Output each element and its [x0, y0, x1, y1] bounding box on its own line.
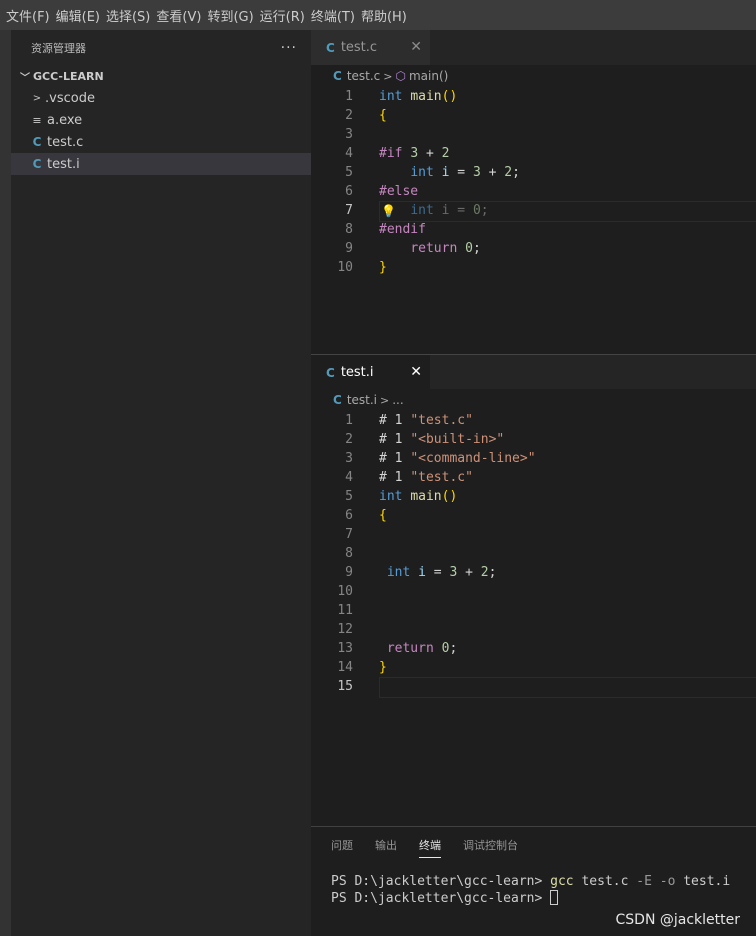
code-line: 10}: [337, 260, 387, 275]
watermark: CSDN @jackletter: [615, 912, 741, 928]
editor1-breadcrumb: C test.c > ⬡ main(): [311, 65, 756, 87]
code-line: 2{: [345, 108, 387, 123]
breadcrumb-symbol[interactable]: ...: [392, 393, 403, 407]
editor2-breadcrumb: C test.i > ...: [311, 389, 756, 411]
menu-go[interactable]: 转到(G): [205, 6, 257, 25]
tab-debug-console[interactable]: 调试控制台: [463, 837, 518, 858]
tab-label: test.c: [340, 40, 378, 55]
menu-bar: 文件(F) 编辑(E) 选择(S) 查看(V) 转到(G) 运行(R) 终端(T…: [0, 0, 756, 30]
menu-file[interactable]: 文件(F): [4, 6, 54, 25]
menu-terminal[interactable]: 终端(T): [309, 6, 359, 25]
chevron-right-icon: >: [32, 92, 42, 104]
breadcrumb-file[interactable]: test.c: [347, 69, 380, 83]
explorer-sidebar: 资源管理器 ··· ﹀ GCC-LEARN > .vscode ≡ a.exe …: [11, 30, 311, 936]
chevron-down-icon: ﹀: [20, 72, 30, 84]
menu-run[interactable]: 运行(R): [258, 6, 309, 25]
terminal-cursor: [550, 890, 559, 905]
menu-selection[interactable]: 选择(S): [104, 6, 154, 25]
tab-terminal[interactable]: 终端: [419, 837, 441, 858]
tree-item-label: .vscode: [45, 90, 95, 106]
c-file-icon: C: [326, 40, 335, 55]
tree-item-test-c[interactable]: C test.c: [11, 131, 311, 153]
panel-tabs: 问题 输出 终端 调试控制台: [331, 837, 540, 858]
code-line: 2 # 1 "<built-in>": [345, 432, 505, 447]
c-file-icon: C: [32, 157, 42, 171]
code-line: 12: [337, 622, 353, 637]
more-actions-icon[interactable]: ···: [281, 40, 297, 56]
activity-bar: [0, 30, 11, 936]
terminal-output[interactable]: PS D:\jackletter\gcc-learn> gcc test.c -…: [331, 873, 730, 907]
folder-gcc-learn[interactable]: ﹀ GCC-LEARN: [11, 65, 311, 87]
tab-label: test.i: [340, 365, 374, 380]
c-file-icon: C: [32, 135, 42, 149]
code-line: 9 return 0;: [345, 241, 481, 256]
explorer-title: 资源管理器: [31, 41, 86, 55]
terminal-line: PS D:\jackletter\gcc-learn>: [331, 890, 730, 907]
breadcrumb-symbol[interactable]: main(): [409, 69, 448, 83]
tab-problems[interactable]: 问题: [331, 837, 353, 858]
code-line-current: 7 💡 int i = 0;: [311, 201, 756, 222]
menu-help[interactable]: 帮助(H): [359, 6, 411, 25]
code-line: 3 # 1 "<command-line>": [345, 451, 536, 466]
editor1-code[interactable]: 1 int main() 2{ 3 4 #if 3 + 2 5 int i = 3 …: [311, 87, 756, 354]
c-file-icon: C: [333, 393, 342, 407]
code-line: 5 int main(): [345, 489, 458, 504]
code-line: 14}: [337, 660, 387, 675]
tab-test-i[interactable]: C test.i ✕: [311, 355, 430, 390]
tree-item-label: a.exe: [47, 112, 83, 128]
tree-item-test-i[interactable]: C test.i: [11, 153, 311, 175]
code-line: 6{: [345, 508, 387, 523]
code-line: 7: [345, 527, 353, 542]
menu-view[interactable]: 查看(V): [154, 6, 205, 25]
code-line: 6 #else: [345, 184, 419, 199]
code-line: 13 return 0;: [337, 641, 458, 656]
code-line: 9 int i = 3 + 2;: [345, 565, 497, 580]
explorer-header: 资源管理器 ···: [11, 30, 311, 65]
file-lines-icon: ≡: [32, 113, 42, 127]
cube-icon: ⬡: [395, 69, 406, 83]
breadcrumb-file[interactable]: test.i: [347, 393, 377, 407]
c-file-icon: C: [333, 69, 342, 83]
bottom-panel: 问题 输出 终端 调试控制台 PS D:\jackletter\gcc-lear…: [311, 826, 756, 936]
tree-item-label: test.i: [47, 156, 80, 172]
tree-item-vscode[interactable]: > .vscode: [11, 87, 311, 109]
code-line: 10: [337, 584, 353, 599]
tree-item-label: test.c: [47, 134, 84, 150]
tab-output[interactable]: 输出: [375, 837, 397, 858]
tab-test-c[interactable]: C test.c ✕: [311, 30, 430, 65]
folder-label: GCC-LEARN: [33, 69, 104, 83]
code-line: 1 int main(): [345, 89, 458, 104]
terminal-line: PS D:\jackletter\gcc-learn> gcc test.c -…: [331, 874, 731, 889]
code-line: 4 #if 3 + 2: [345, 146, 450, 161]
tree-item-a-exe[interactable]: ≡ a.exe: [11, 109, 311, 131]
close-icon[interactable]: ✕: [410, 39, 422, 55]
code-line: 8 #endif: [345, 222, 426, 237]
code-line: 11: [337, 603, 353, 618]
code-line: 1 # 1 "test.c": [345, 413, 473, 428]
editor2-tabbar: C test.i ✕: [311, 355, 756, 390]
code-line: 5 int i = 3 + 2;: [345, 165, 520, 180]
editor2-code[interactable]: 1 # 1 "test.c" 2 # 1 "<built-in>" 3 # 1 "<c…: [311, 411, 756, 825]
editor1-tabbar: C test.c ✕: [311, 30, 756, 65]
code-line: 8: [345, 546, 353, 561]
close-icon[interactable]: ✕: [410, 364, 422, 380]
c-file-icon: C: [326, 365, 335, 380]
code-line-current: 15: [311, 677, 756, 698]
chevron-right-icon: >: [383, 69, 393, 83]
code-line: 4 # 1 "test.c": [345, 470, 473, 485]
menu-edit[interactable]: 编辑(E): [54, 6, 104, 25]
code-line: 3: [345, 127, 353, 142]
chevron-right-icon: >: [380, 393, 390, 407]
